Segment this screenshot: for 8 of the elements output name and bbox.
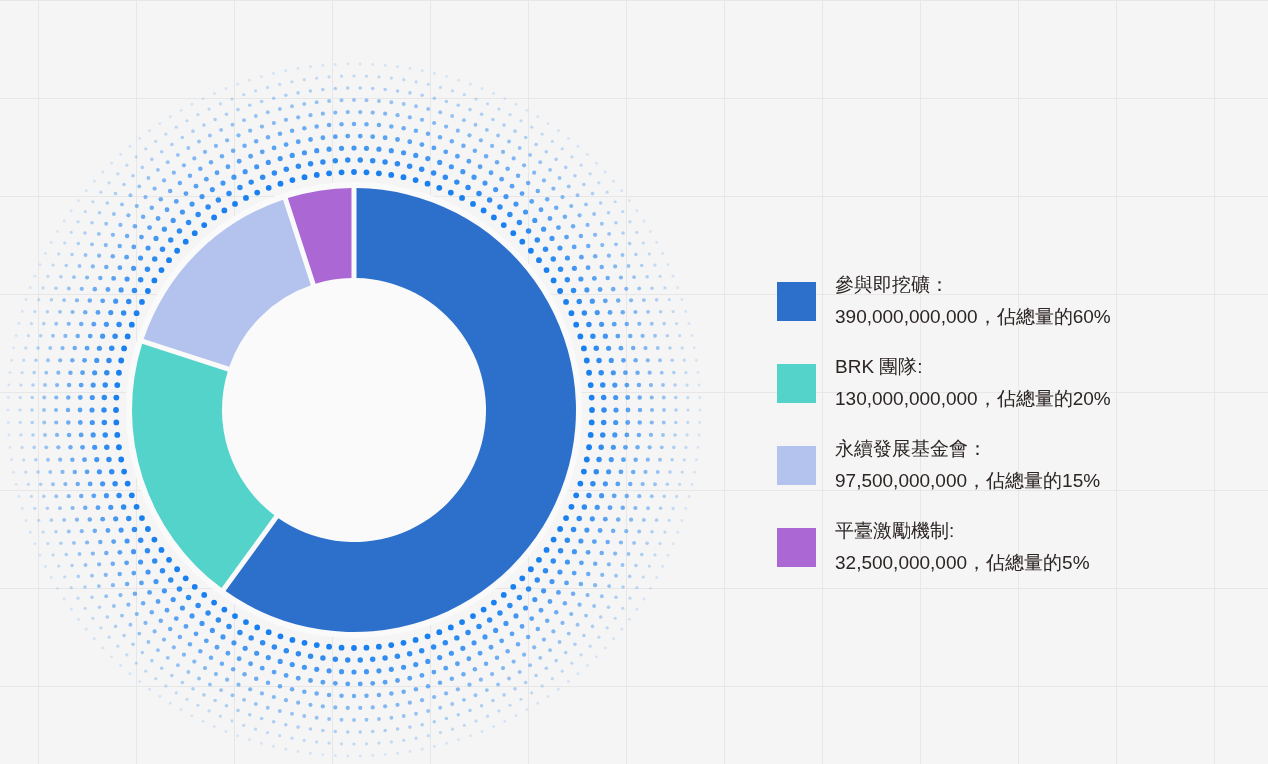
legend-amount: 97,500,000,000，佔總量的15% (835, 469, 1101, 493)
legend-amount: 130,000,000,000，佔總量的20% (835, 387, 1111, 411)
legend-label: 永續發展基金會： (835, 437, 988, 461)
legend-amount: 390,000,000,000，佔總量的60% (835, 305, 1111, 329)
legend-label: 平臺激勵機制: (835, 519, 956, 543)
legend-amount: 32,500,000,000，佔總量的5% (835, 551, 1090, 575)
legend-label: BRK 團隊: (835, 355, 924, 379)
legend-label: 參與即挖礦： (835, 273, 950, 297)
